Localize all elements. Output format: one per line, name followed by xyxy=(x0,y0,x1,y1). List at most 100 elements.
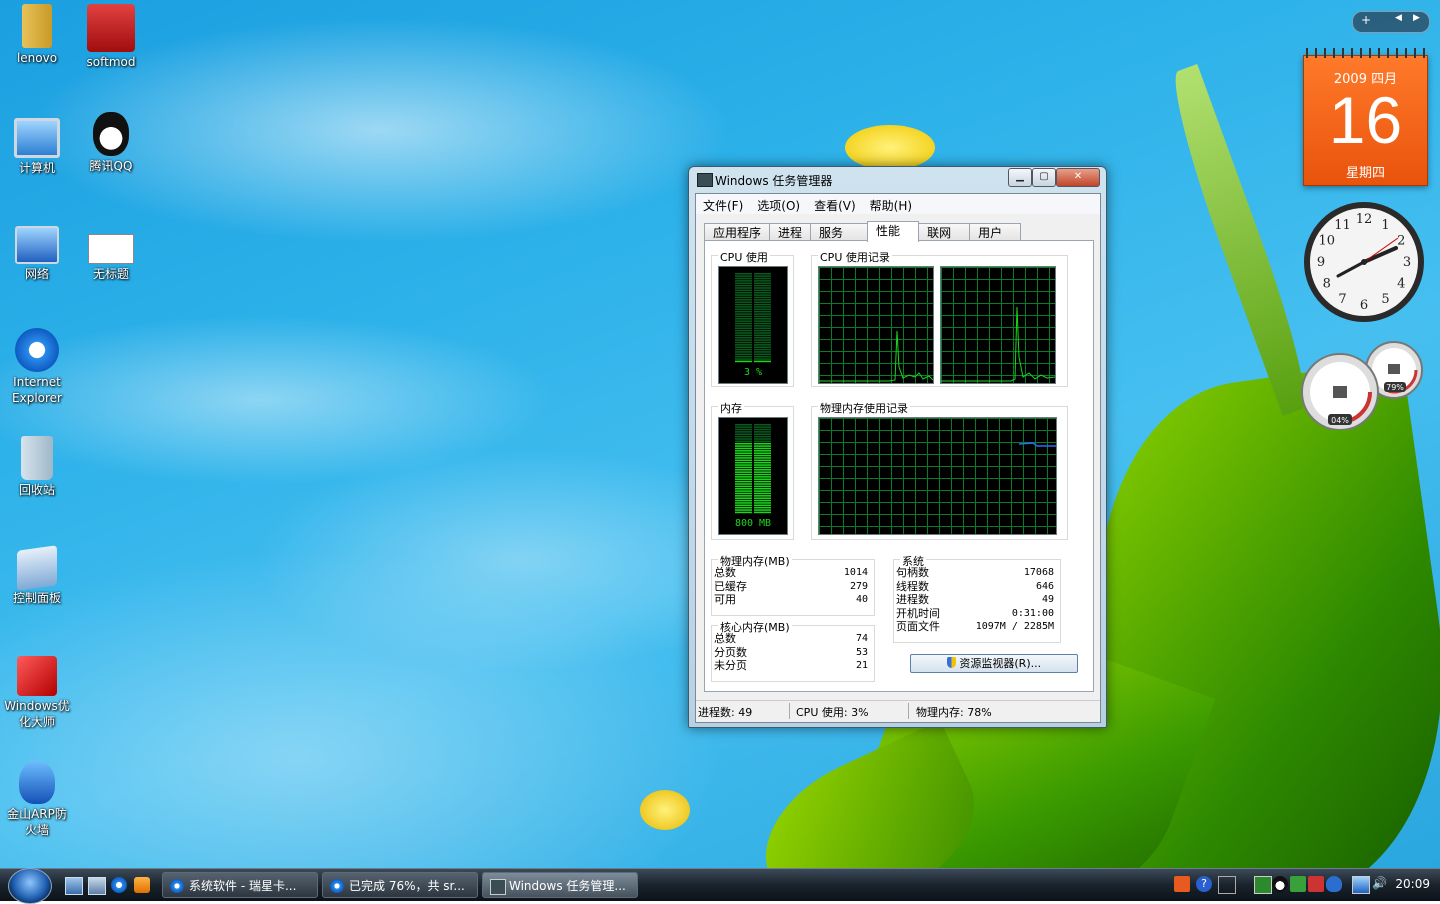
taskbar-button-task-manager[interactable]: Windows 任务管理... xyxy=(482,872,638,898)
meter-segment xyxy=(735,459,752,462)
battery-icon[interactable] xyxy=(1254,876,1272,894)
meter-segment xyxy=(754,273,771,275)
resource-monitor-button[interactable]: 资源监视器(R)... xyxy=(910,654,1078,673)
meter-segment xyxy=(735,296,752,299)
qq-tray-icon[interactable] xyxy=(1272,876,1288,892)
memory-group: 内存 800 MB xyxy=(711,400,794,540)
meter-segment xyxy=(735,450,752,452)
meter-segment xyxy=(735,351,752,353)
media-player-icon[interactable] xyxy=(134,877,150,893)
stat-label: 可用 xyxy=(714,593,736,606)
security-tray-icon[interactable] xyxy=(1308,876,1324,892)
internet-explorer-icon xyxy=(330,879,344,893)
network-tray-icon[interactable] xyxy=(1352,876,1370,894)
meter-segment xyxy=(754,289,771,292)
stat-row: 页面文件 1097M / 2285M xyxy=(896,620,1054,634)
previous-icon[interactable]: ◀ xyxy=(1395,13,1402,23)
desktop-icon-recycle-bin[interactable]: 回收站 xyxy=(2,436,72,498)
meter-segment xyxy=(735,313,752,315)
clock-gadget[interactable]: 12 12 3 45678 9 1011 xyxy=(1302,200,1426,324)
meter-segment xyxy=(735,327,752,330)
menu-view[interactable]: 查看(V) xyxy=(807,194,863,214)
meter-segment xyxy=(735,454,752,457)
tab-users[interactable]: 用户 xyxy=(969,223,1022,241)
meter-segment xyxy=(754,454,771,457)
add-gadget-icon[interactable]: + xyxy=(1361,13,1371,27)
next-icon[interactable]: ▶ xyxy=(1413,13,1420,23)
meter-right-value: 79% xyxy=(1386,383,1404,392)
tab-performance[interactable]: 性能 xyxy=(867,221,920,242)
stat-row: 线程数 646 xyxy=(896,580,1054,594)
desktop-icon-network[interactable]: 网络 xyxy=(2,220,72,282)
taskbar-button-download[interactable]: 已完成 76%，共 sr... xyxy=(322,872,478,898)
meter-segment xyxy=(735,426,752,428)
menu-file[interactable]: 文件(F) xyxy=(696,194,750,214)
meter-segment xyxy=(735,511,752,514)
desktop-icon-windows-optimizer[interactable]: Windows优化大师 xyxy=(2,652,72,730)
show-desktop-icon[interactable] xyxy=(65,877,83,895)
menu-help[interactable]: 帮助(H) xyxy=(863,194,919,214)
task-manager-window[interactable]: Windows 任务管理器 ▁ ▢ ✕ 文件(F) 选项(O) 查看(V) 帮助(H)… xyxy=(688,166,1107,728)
calendar-weekday: 星期四 xyxy=(1345,166,1385,181)
start-button[interactable] xyxy=(8,868,52,904)
stat-label: 句柄数 xyxy=(896,566,929,579)
desktop-icon-control-panel[interactable]: 控制面板 xyxy=(2,544,72,606)
desktop-icon-lenovo[interactable]: lenovo xyxy=(2,4,72,66)
stat-label: 分页数 xyxy=(714,645,747,659)
system-stats: 句柄数 17068 线程数 646 进程数 49 开机时间 0:31:00 页面文件 10… xyxy=(896,566,1054,634)
close-button[interactable]: ✕ xyxy=(1056,168,1100,187)
switch-windows-icon[interactable] xyxy=(88,877,106,895)
meter-segment xyxy=(735,473,752,476)
meter-segment xyxy=(754,478,771,481)
meter-segment xyxy=(754,459,771,462)
desktop: lenovo softmod 计算机 腾讯QQ 网络 无标题 Internet … xyxy=(0,0,1440,868)
cpu-history-line xyxy=(819,330,934,382)
calendar-day: 16 xyxy=(1328,83,1403,157)
task-manager-icon xyxy=(490,879,506,895)
stat-row: 已缓存 279 xyxy=(714,580,868,594)
meter-segment xyxy=(754,426,771,428)
taskbar-clock[interactable]: 20:09 xyxy=(1395,877,1430,891)
desktop-icon-qq[interactable]: 腾讯QQ xyxy=(76,112,146,174)
meter-segment xyxy=(754,480,771,483)
desktop-icon-ie[interactable]: Internet Explorer xyxy=(2,328,72,406)
sogou-input-icon[interactable] xyxy=(1174,876,1190,892)
meter-segment xyxy=(754,495,771,497)
tab-networking[interactable]: 联网 xyxy=(918,223,971,241)
menu-options[interactable]: 选项(O) xyxy=(750,194,807,214)
calendar-gadget[interactable]: 2009 四月 16 星期四 xyxy=(1303,48,1428,186)
meter-segment xyxy=(754,277,771,280)
maximize-button[interactable]: ▢ xyxy=(1032,168,1056,187)
task-manager-icon xyxy=(697,173,713,187)
taskbar-button-rising[interactable]: 系统软件 - 瑞星卡... xyxy=(162,872,318,898)
tab-applications[interactable]: 应用程序 xyxy=(704,223,771,241)
status-processes: 进程数: 49 xyxy=(698,706,753,719)
internet-explorer-icon[interactable] xyxy=(111,877,127,893)
clock-numeral: 3 xyxy=(1403,255,1411,270)
cpu-meter-gadget[interactable]: 04% 79% xyxy=(1300,340,1425,430)
help-icon[interactable]: ? xyxy=(1196,876,1212,892)
stat-row: 句柄数 17068 xyxy=(896,566,1054,580)
meter-segment xyxy=(754,322,771,325)
desktop-icon-arp-firewall[interactable]: 金山ARP防火墙 xyxy=(2,760,72,838)
stat-value: 17068 xyxy=(1023,567,1054,578)
meter-segment xyxy=(735,447,752,450)
meter-segment xyxy=(735,310,752,313)
volume-icon[interactable]: 🔊 xyxy=(1372,876,1388,892)
tab-processes[interactable]: 进程 xyxy=(769,223,812,241)
stat-value: 1014 xyxy=(843,567,868,578)
meter-segment xyxy=(754,424,771,426)
minimize-button[interactable]: ▁ xyxy=(1008,168,1032,187)
status-bar: 进程数: 49 CPU 使用: 3% 物理内存: 78% xyxy=(696,700,1100,721)
keyboard-icon[interactable] xyxy=(1218,876,1236,894)
desktop-icon-untitled[interactable]: 无标题 xyxy=(76,220,146,282)
stat-label: 总数 xyxy=(714,566,736,579)
stat-value: 40 xyxy=(855,594,868,605)
desktop-icon-computer[interactable]: 计算机 xyxy=(2,112,72,176)
desktop-icon-softmod[interactable]: softmod xyxy=(76,4,146,70)
optimizer-tray-icon[interactable] xyxy=(1290,876,1306,892)
meter-segment xyxy=(735,334,752,337)
firewall-tray-icon[interactable] xyxy=(1326,876,1342,892)
tab-services[interactable]: 服务 xyxy=(810,223,869,241)
memory-history-line xyxy=(1018,442,1056,447)
